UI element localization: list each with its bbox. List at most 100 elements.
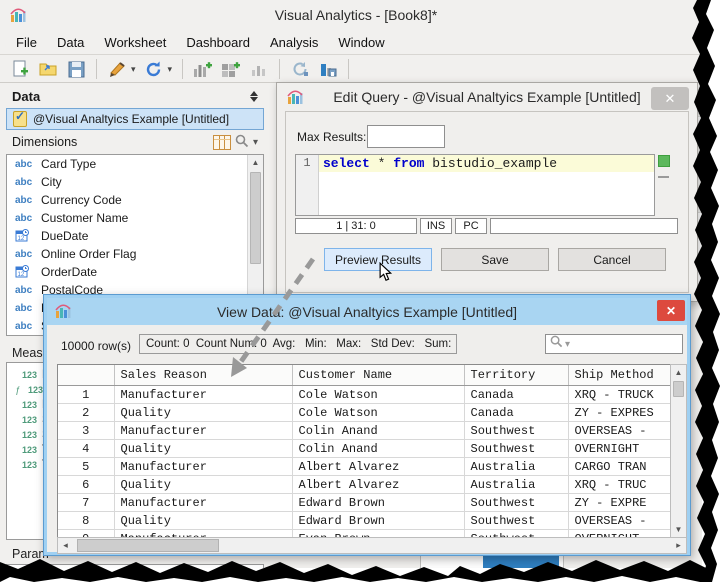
new-worksheet-icon[interactable]	[191, 58, 215, 80]
dimension-item[interactable]: abc Online Order Flag	[7, 245, 263, 263]
column-header[interactable]: Customer Name	[292, 365, 465, 386]
row-number-cell: 1	[58, 385, 115, 404]
connection-item[interactable]: @Visual Analtyics Example [Untitled]	[6, 108, 264, 130]
new-workbook-icon[interactable]	[8, 58, 32, 80]
dimensions-header: Dimensions ▾	[6, 130, 264, 154]
find-field-icon[interactable]	[235, 134, 249, 151]
sql-editor[interactable]: 1 select * from bistudio_example	[295, 154, 655, 216]
dimension-label: Customer Name	[41, 211, 129, 225]
export-view-icon[interactable]	[316, 58, 340, 80]
open-workbook-icon[interactable]	[36, 58, 60, 80]
screenshot-stage: Visual Analytics - [Book8]* File Data Work…	[0, 0, 725, 582]
menu-item-dashboard[interactable]: Dashboard	[176, 32, 260, 53]
data-source-icon[interactable]	[105, 58, 129, 80]
scroll-up-icon[interactable]: ▲	[248, 155, 263, 170]
save-workbook-icon[interactable]	[64, 58, 88, 80]
row-number-cell: 6	[58, 475, 115, 494]
refresh-view-icon[interactable]	[288, 58, 312, 80]
menu-item-analysis[interactable]: Analysis	[260, 32, 328, 53]
table-cell: XRQ - TRUCK	[568, 385, 670, 404]
table-row[interactable]: 1 Manufacturer Cole Watson Canada XRQ - TRUC…	[58, 385, 670, 404]
abc-icon: abc	[15, 212, 33, 224]
dimensions-menu-caret-icon[interactable]: ▾	[253, 137, 258, 148]
search-caret-icon[interactable]: ▾	[565, 339, 570, 350]
dimension-item[interactable]: 12 DueDate	[7, 227, 263, 245]
abc-icon: abc	[15, 320, 33, 332]
menu-item-worksheet[interactable]: Worksheet	[94, 32, 176, 53]
scroll-up-icon[interactable]: ▲	[671, 365, 686, 380]
view-data-titlebar: View Data: @Visual Analtyics Example [Un…	[47, 298, 687, 325]
dimension-label: Card Type	[41, 157, 97, 171]
scrollbar-thumb[interactable]	[77, 539, 219, 552]
table-row[interactable]: 4 Quality Colin Anand Southwest OVERNIGHT	[58, 439, 670, 458]
refresh-data-icon[interactable]	[142, 58, 166, 80]
scrollbar-thumb[interactable]	[673, 381, 684, 397]
dimension-item[interactable]: abc Card Type	[7, 155, 263, 173]
svg-text:12: 12	[18, 272, 25, 278]
dialog-logo-icon	[55, 303, 71, 324]
parameters-list[interactable]	[6, 564, 264, 582]
close-icon[interactable]: ✕	[657, 300, 685, 321]
view-data-title: View Data: @Visual Analtyics Example [Un…	[216, 303, 518, 320]
chart-icon[interactable]	[247, 58, 271, 80]
dimension-item[interactable]: abc City	[7, 173, 263, 191]
cancel-button[interactable]: Cancel	[558, 248, 666, 271]
table-row[interactable]: 3 Manufacturer Colin Anand Southwest OVERSEA…	[58, 421, 670, 440]
row-number-cell: 4	[58, 439, 115, 458]
table-row[interactable]: 5 Manufacturer Albert Alvarez Australia CARG…	[58, 457, 670, 476]
scrollbar-thumb[interactable]	[250, 172, 261, 264]
column-header[interactable]: Territory	[464, 365, 569, 386]
table-row[interactable]: 2 Quality Cole Watson Canada ZY - EXPRES	[58, 403, 670, 422]
abc-icon: abc	[15, 248, 33, 260]
column-header[interactable]: Ship Method	[568, 365, 670, 386]
numeric-icon: 123	[21, 414, 37, 425]
row-number-cell: 8	[58, 511, 115, 530]
search-input[interactable]: ▾	[545, 334, 683, 354]
svg-text:12: 12	[18, 236, 25, 242]
scroll-right-icon[interactable]: ▸	[671, 538, 686, 553]
edit-query-buttons: Preview Results Save Cancel	[286, 248, 688, 271]
data-source-caret-icon[interactable]: ▾	[131, 64, 136, 75]
caret-position: 1 | 31: 0	[295, 218, 417, 234]
row-number-cell: 5	[58, 457, 115, 476]
edit-query-body: Max Results: 1 select * from bistudio_ex…	[285, 111, 689, 293]
numeric-icon: 123	[21, 399, 37, 410]
menu-item-file[interactable]: File	[6, 32, 47, 53]
encoding: PC	[455, 218, 487, 234]
save-button[interactable]: Save	[441, 248, 549, 271]
close-icon[interactable]: ✕	[651, 87, 689, 110]
table-horizontal-scrollbar[interactable]: ◂ ▸	[57, 537, 687, 554]
table-row[interactable]: 7 Manufacturer Edward Brown Southwest ZY - E…	[58, 493, 670, 512]
table-cell: Albert Alvarez	[292, 475, 465, 494]
table-row[interactable]: 8 Quality Edward Brown Southwest OVERSEAS -	[58, 511, 670, 530]
table-cell: ZY - EXPRES	[568, 403, 670, 422]
toolbar-separator	[96, 59, 97, 79]
row-number-cell: 7	[58, 493, 115, 512]
numeric-icon: 123	[27, 384, 44, 395]
column-header[interactable]: Sales Reason	[114, 365, 293, 386]
table-vertical-scrollbar[interactable]: ▲ ▼	[670, 364, 687, 538]
sql-code-line[interactable]: select * from bistudio_example	[319, 155, 654, 172]
view-data-dialog: View Data: @Visual Analtyics Example [Un…	[43, 294, 691, 556]
refresh-data-caret-icon[interactable]: ▾	[168, 64, 173, 75]
scroll-down-icon[interactable]: ▼	[671, 522, 686, 537]
numeric-icon: 123	[21, 459, 37, 470]
dimension-item[interactable]: 12 OrderDate	[7, 263, 263, 281]
sort-updown-icon[interactable]	[250, 90, 258, 102]
menu-item-data[interactable]: Data	[47, 32, 94, 53]
abc-icon: abc	[15, 302, 33, 314]
data-panel-header: Data	[6, 86, 264, 106]
table-row[interactable]: 6 Quality Albert Alvarez Australia XRQ - TRU…	[58, 475, 670, 494]
column-header[interactable]	[58, 365, 115, 386]
dimension-item[interactable]: abc Currency Code	[7, 191, 263, 209]
max-results-input[interactable]	[367, 125, 445, 148]
scroll-left-icon[interactable]: ◂	[58, 538, 73, 553]
table-cell: Canada	[464, 403, 569, 422]
menu-item-window[interactable]: Window	[328, 32, 394, 53]
abc-icon: abc	[15, 284, 33, 296]
data-table[interactable]: Sales Reason Customer Name Territory Ship M…	[57, 364, 671, 538]
new-dashboard-icon[interactable]	[219, 58, 243, 80]
view-data-grid-icon[interactable]	[212, 134, 231, 150]
table-cell: Australia	[464, 475, 569, 494]
dimension-item[interactable]: abc Customer Name	[7, 209, 263, 227]
